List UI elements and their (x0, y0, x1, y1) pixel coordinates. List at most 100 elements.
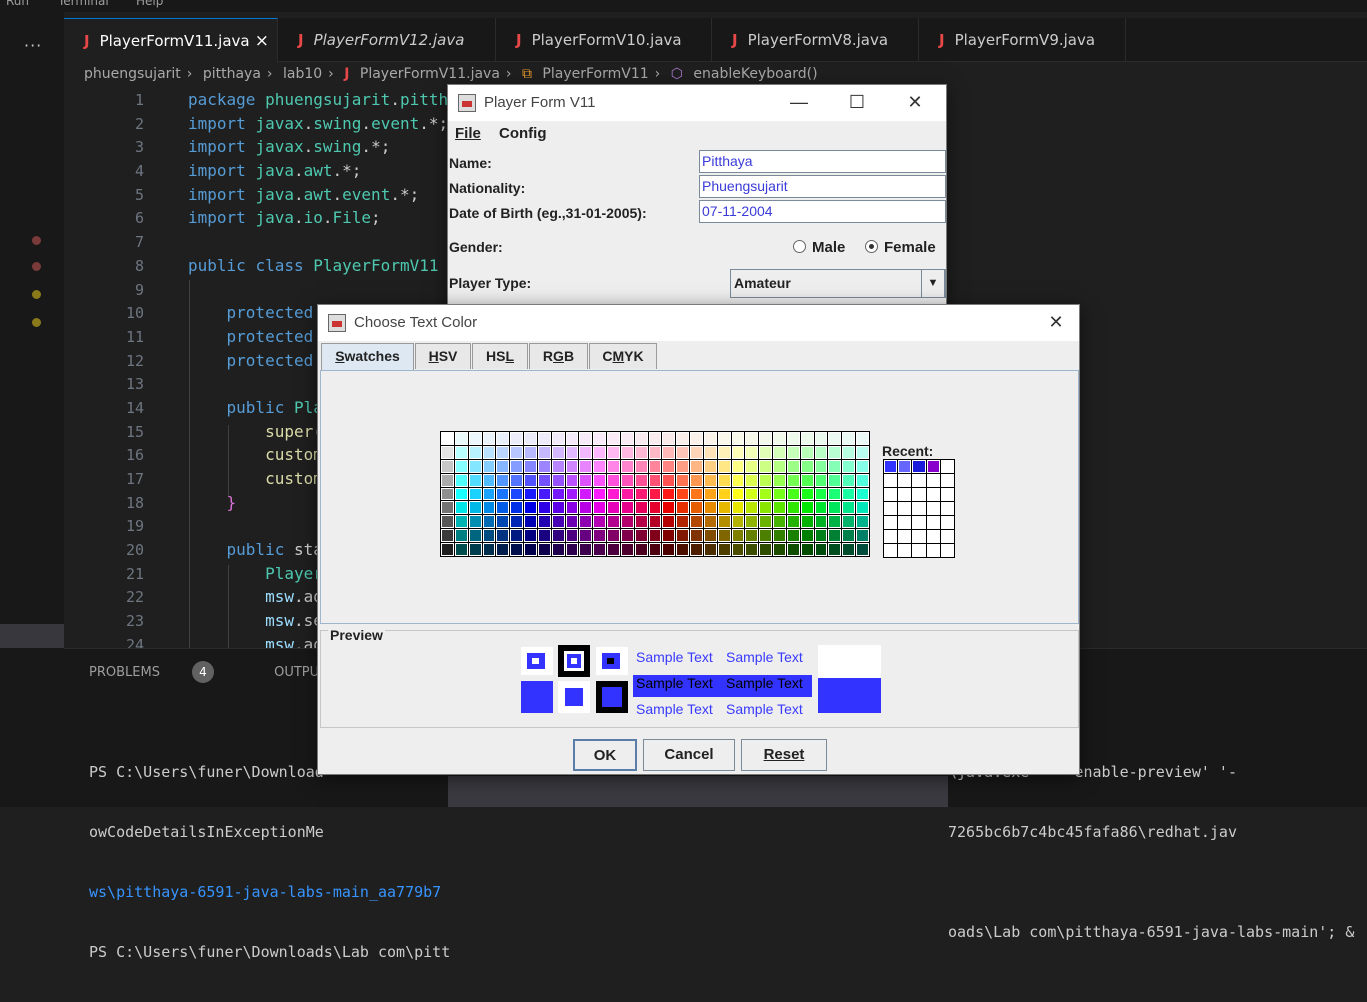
swatch-cell[interactable] (676, 445, 690, 459)
swatch-cell[interactable] (496, 501, 510, 515)
swatch-cell[interactable] (842, 459, 856, 473)
swatch-cell[interactable] (620, 473, 634, 487)
swatch-cell[interactable] (634, 445, 648, 459)
swatch-cell[interactable] (607, 515, 620, 529)
swatch-cell[interactable] (648, 459, 662, 473)
swatch-cell[interactable] (745, 473, 759, 487)
swatch-cell[interactable] (510, 432, 524, 445)
menu-file[interactable]: File (455, 125, 481, 142)
swatch-cell[interactable] (510, 501, 524, 515)
swatch-cell[interactable] (593, 432, 607, 445)
menu-run[interactable]: Run (6, 0, 29, 8)
swatch-cell[interactable] (773, 515, 786, 529)
swatch-cell[interactable] (676, 473, 690, 487)
recent-cell[interactable] (926, 516, 940, 529)
swatch-cell[interactable] (510, 529, 524, 543)
swatch-cell[interactable] (620, 487, 634, 501)
swatch-cell[interactable] (828, 445, 842, 459)
swatch-cell[interactable] (496, 487, 510, 501)
swatch-cell[interactable] (579, 432, 593, 445)
swatch-cell[interactable] (441, 432, 454, 445)
swatch-cell[interactable] (662, 543, 676, 556)
swatch-cell[interactable] (524, 529, 537, 543)
recent-cell[interactable] (912, 460, 926, 473)
swatch-cell[interactable] (579, 515, 593, 529)
swatch-cell[interactable] (842, 432, 856, 445)
swatch-cell[interactable] (454, 473, 468, 487)
close-icon[interactable]: ✕ (892, 85, 938, 121)
swatch-cell[interactable] (786, 543, 800, 556)
swatch-cell[interactable] (745, 529, 759, 543)
swatch-cell[interactable] (717, 543, 731, 556)
swatch-cell[interactable] (454, 459, 468, 473)
swatch-cell[interactable] (856, 459, 869, 473)
swatch-cell[interactable] (690, 432, 703, 445)
tab-hsl[interactable]: HSL (472, 343, 528, 369)
swatch-cell[interactable] (828, 501, 842, 515)
swatch-cell[interactable] (759, 473, 773, 487)
swatch-cell[interactable] (607, 432, 620, 445)
swatch-cell[interactable] (676, 459, 690, 473)
breakpoint-icon[interactable] (32, 236, 41, 245)
swatch-cell[interactable] (454, 445, 468, 459)
swatch-cell[interactable] (579, 459, 593, 473)
swatch-cell[interactable] (537, 473, 551, 487)
swatch-cell[interactable] (565, 529, 579, 543)
swatch-cell[interactable] (703, 529, 717, 543)
tab-playerformv8[interactable]: J PlayerFormV8.java (712, 18, 919, 62)
swatch-cell[interactable] (607, 529, 620, 543)
swatch-cell[interactable] (828, 543, 842, 556)
swatch-cell[interactable] (524, 501, 537, 515)
swatch-cell[interactable] (703, 432, 717, 445)
swatch-cell[interactable] (579, 473, 593, 487)
recent-cell[interactable] (898, 530, 912, 543)
swatch-cell[interactable] (565, 487, 579, 501)
swatch-cell[interactable] (593, 529, 607, 543)
swatch-cell[interactable] (565, 432, 579, 445)
swatch-cell[interactable] (731, 445, 745, 459)
swatch-cell[interactable] (759, 515, 773, 529)
swatch-cell[interactable] (703, 473, 717, 487)
breadcrumb-item[interactable]: PlayerFormV11 (542, 66, 648, 82)
recent-cell[interactable] (884, 502, 898, 515)
swatch-cell[interactable] (690, 445, 703, 459)
breadcrumb-item[interactable]: pitthaya (203, 66, 261, 82)
swatch-cell[interactable] (565, 473, 579, 487)
more-icon[interactable]: ··· (24, 36, 42, 55)
swatch-cell[interactable] (703, 543, 717, 556)
swatch-cell[interactable] (731, 501, 745, 515)
swatch-cell[interactable] (593, 473, 607, 487)
swatch-cell[interactable] (454, 543, 468, 556)
swatch-cell[interactable] (842, 543, 856, 556)
swatch-cell[interactable] (842, 473, 856, 487)
swatch-cell[interactable] (620, 543, 634, 556)
swatch-cell[interactable] (759, 432, 773, 445)
tab-playerformv11[interactable]: J PlayerFormV11.java × (64, 18, 278, 62)
swatch-cell[interactable] (607, 543, 620, 556)
swatch-cell[interactable] (441, 459, 454, 473)
swatch-cell[interactable] (828, 473, 842, 487)
swatch-cell[interactable] (634, 515, 648, 529)
recent-cell[interactable] (912, 474, 926, 487)
swatch-cell[interactable] (773, 445, 786, 459)
recent-cell[interactable] (940, 460, 954, 473)
swatch-cell[interactable] (828, 487, 842, 501)
swatch-cell[interactable] (814, 432, 828, 445)
swatch-cell[interactable] (690, 515, 703, 529)
swatch-cell[interactable] (786, 473, 800, 487)
swatch-cell[interactable] (620, 515, 634, 529)
swatch-cell[interactable] (537, 445, 551, 459)
swatch-cell[interactable] (800, 529, 814, 543)
swatch-cell[interactable] (551, 473, 565, 487)
swatch-cell[interactable] (524, 473, 537, 487)
swatch-cell[interactable] (676, 515, 690, 529)
swatch-cell[interactable] (482, 501, 496, 515)
menu-terminal[interactable]: Terminal (58, 0, 109, 8)
swatch-cell[interactable] (607, 501, 620, 515)
recent-cell[interactable] (898, 544, 912, 557)
swatch-cell[interactable] (565, 501, 579, 515)
swatch-cell[interactable] (593, 543, 607, 556)
swatch-cell[interactable] (856, 529, 869, 543)
gender-male-radio[interactable]: Male (793, 239, 845, 256)
swatch-cell[interactable] (690, 529, 703, 543)
